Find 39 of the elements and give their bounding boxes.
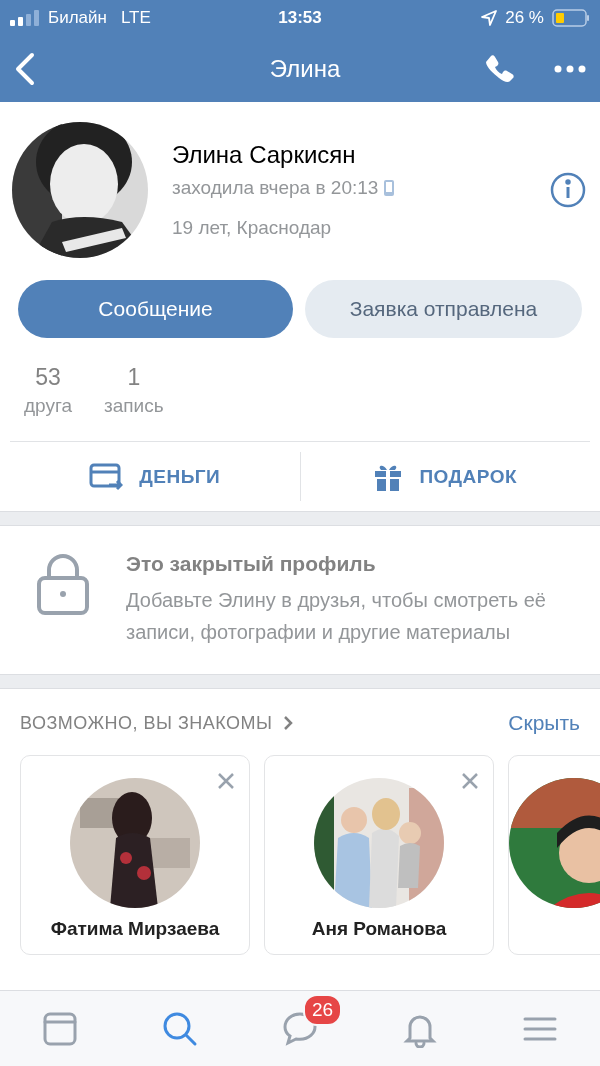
location-arrow-icon [481,10,498,26]
counter-label: запись [104,395,164,417]
last-seen-text: заходила вчера в 20:13 [172,177,379,199]
phone-icon [384,180,395,196]
call-button[interactable] [484,54,514,84]
gift-button[interactable]: ПОДАРОК [300,442,590,511]
signal-icon [10,10,40,26]
battery-percent: 26 % [505,8,544,28]
nav-title: Элина [269,55,341,83]
back-button[interactable] [14,52,36,86]
private-profile-text: Добавьте Элину в друзья, чтобы смотреть её записи, фотографии и другие материалы [126,588,547,645]
counter-value: 53 [35,364,61,391]
counter-value: 1 [127,364,141,391]
message-button[interactable]: Сообщение [18,280,293,338]
money-button[interactable]: ДЕНЬГИ [10,442,300,511]
counter-label: друга [24,395,73,417]
close-button[interactable] [461,772,479,790]
suggestions-header[interactable]: ВОЗМОЖНО, ВЫ ЗНАКОМЫ [20,712,293,734]
profile-info: 19 лет, Краснодар [172,217,333,239]
request-sent-button[interactable]: Заявка отправлена [305,280,582,338]
person-name: Аня Романова [311,918,447,940]
person-card[interactable]: Аня Романова [264,755,494,955]
more-button[interactable] [554,65,586,73]
status-time: 13:53 [278,8,322,28]
person-name: Фатима Мирзаева [50,918,220,940]
battery-icon [552,9,590,27]
carrier-name: Билайн [48,8,107,28]
card-icon [89,462,124,491]
messages-tab[interactable]: 26 [281,993,339,1048]
close-button[interactable] [217,772,235,790]
private-profile-title: Это закрытый профиль [126,552,377,576]
person-card[interactable]: Фатима Мирзаева [20,755,250,955]
unread-count-badge: 26 [303,993,343,1026]
info-button[interactable] [550,172,586,208]
lock-icon [36,552,90,616]
chevron-right-icon [282,715,293,731]
network-type: LTE [120,8,151,28]
hide-link[interactable]: Скрыть [508,711,580,735]
profile-name: Элина Саркисян [172,141,357,169]
